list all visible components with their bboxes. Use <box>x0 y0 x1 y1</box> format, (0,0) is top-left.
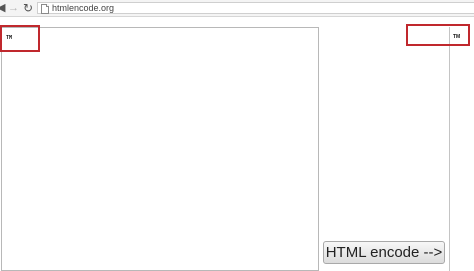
address-bar[interactable]: htmlencode.org <box>37 2 474 14</box>
url-text: htmlencode.org <box>52 3 115 13</box>
highlight-box-input <box>0 25 40 52</box>
input-textarea[interactable]: TM <box>1 27 319 271</box>
highlight-box-output <box>406 24 470 46</box>
browser-toolbar: ◀ → ↻ htmlencode.org <box>0 0 474 17</box>
output-textarea[interactable] <box>449 27 474 271</box>
html-encode-button[interactable]: HTML encode --> <box>323 241 445 264</box>
page-icon <box>41 4 49 14</box>
forward-arrow-icon[interactable]: → <box>8 1 19 15</box>
back-arrow-icon[interactable]: ◀ <box>0 1 5 15</box>
reload-icon[interactable]: ↻ <box>23 1 33 15</box>
